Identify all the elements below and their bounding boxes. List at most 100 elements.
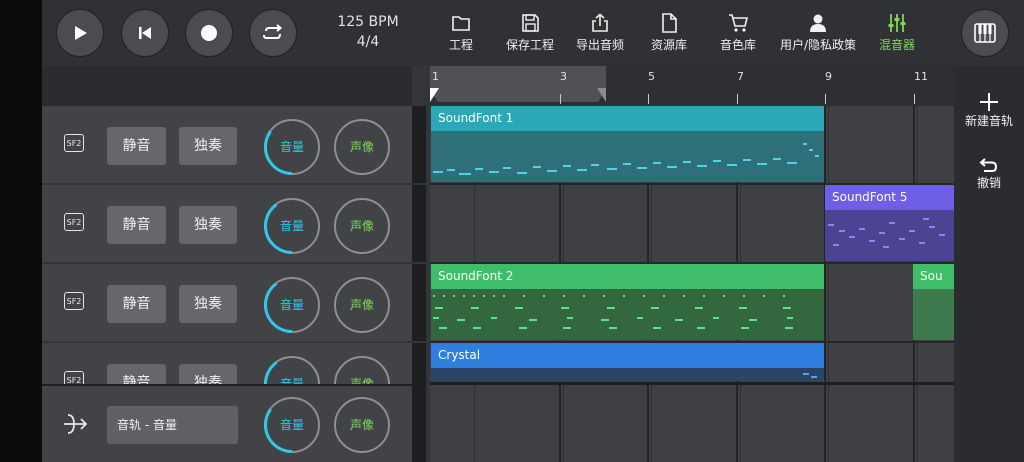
- nav-export-label: 导出音频: [575, 38, 624, 52]
- track-drag-handle[interactable]: [412, 384, 426, 462]
- clip-sou[interactable]: Sou: [913, 264, 954, 340]
- record-button[interactable]: [185, 9, 233, 57]
- nav-mixer-label: 混音器: [878, 38, 915, 52]
- sf2-badge: SF2: [64, 213, 84, 231]
- ruler-left-strip: [42, 66, 412, 106]
- note-pattern: [803, 373, 817, 378]
- export-icon: [592, 13, 608, 32]
- nav-project[interactable]: 工程: [441, 12, 481, 56]
- clip-notes: [431, 368, 824, 381]
- master-pan-knob[interactable]: 声像: [334, 397, 390, 453]
- undo-icon: [979, 158, 998, 172]
- play-button[interactable]: [56, 9, 104, 57]
- play-icon: [75, 26, 87, 40]
- plus-icon: [980, 93, 998, 111]
- pan-knob-label: 声像: [349, 219, 374, 233]
- loop-button[interactable]: [249, 9, 297, 57]
- undo-label: 撤销: [976, 176, 1001, 190]
- file-icon: [662, 13, 677, 33]
- clip-title: Sou: [913, 264, 954, 289]
- track-header: SF2 静音 独奏 音量 声像: [42, 264, 412, 341]
- nav-mixer[interactable]: 混音器: [875, 12, 919, 56]
- clip-notes: [825, 210, 954, 261]
- volume-knob[interactable]: 音量: [264, 277, 320, 333]
- arrangement-timeline[interactable]: SoundFont 1 SoundFont 5 SoundFont 2 Sou …: [430, 106, 954, 462]
- ruler-number: 1: [432, 70, 439, 83]
- right-side-panel: 新建音轨 撤销: [954, 66, 1024, 462]
- top-toolbar: 125 BPM 4/4 工程 保存工程 导出音频 资源库 音色库 用户/隐私政策: [42, 0, 1024, 66]
- cart-icon: [729, 14, 749, 32]
- bar-line: [824, 106, 826, 462]
- daw-app: 125 BPM 4/4 工程 保存工程 导出音频 资源库 音色库 用户/隐私政策: [42, 0, 1024, 462]
- pan-knob-label: 声像: [349, 298, 374, 312]
- solo-button[interactable]: 独奏: [179, 206, 237, 244]
- nav-sound-library[interactable]: 音色库: [716, 12, 760, 56]
- clip-notes: [431, 131, 824, 182]
- clip-soundfont-1[interactable]: SoundFont 1: [431, 106, 824, 182]
- sf2-badge: SF2: [64, 292, 84, 310]
- piano-keyboard-button[interactable]: [961, 9, 1009, 57]
- mute-button[interactable]: 静音: [107, 127, 166, 165]
- track-header: SF2 静音 独奏 音量 声像: [42, 185, 412, 262]
- folder-icon: [452, 16, 470, 31]
- merge-icon: [64, 414, 88, 434]
- volume-knob-label: 音量: [279, 418, 304, 432]
- pan-knob-label: 声像: [349, 140, 374, 154]
- timeline-ruler[interactable]: 1 3 5 7 9 11: [430, 66, 954, 106]
- master-track: 音轨 - 音量 音量 声像: [42, 384, 412, 462]
- solo-button[interactable]: 独奏: [179, 285, 237, 323]
- pan-knob[interactable]: 声像: [334, 119, 390, 175]
- nav-resource-label: 资源库: [650, 38, 687, 52]
- volume-knob[interactable]: 音量: [264, 119, 320, 175]
- track-drag-handle[interactable]: [412, 264, 426, 341]
- add-track-button[interactable]: 新建音轨: [954, 92, 1024, 129]
- ruler-tick: [560, 94, 561, 104]
- bpm-label: 125 BPM: [337, 14, 399, 30]
- mute-button[interactable]: 静音: [107, 285, 166, 323]
- nav-user-privacy[interactable]: 用户/隐私政策: [775, 12, 861, 56]
- pan-knob[interactable]: 声像: [334, 277, 390, 333]
- master-track-selector[interactable]: 音轨 - 音量: [107, 406, 238, 444]
- clip-title: SoundFont 2: [431, 264, 824, 289]
- sf2-badge: SF2: [64, 134, 84, 152]
- loop-region-marker[interactable]: [430, 66, 610, 106]
- clip-notes: [913, 289, 954, 340]
- skip-back-button[interactable]: [121, 9, 169, 57]
- pan-knob[interactable]: 声像: [334, 198, 390, 254]
- clip-title: SoundFont 5: [825, 185, 954, 210]
- track-drag-handle[interactable]: [412, 185, 426, 262]
- volume-knob[interactable]: 音量: [264, 198, 320, 254]
- clip-soundfont-5[interactable]: SoundFont 5: [825, 185, 954, 261]
- tempo-display[interactable]: 125 BPM 4/4: [328, 12, 408, 52]
- user-icon: [810, 14, 826, 32]
- clip-crystal[interactable]: Crystal: [431, 343, 824, 381]
- clip-soundfont-2[interactable]: SoundFont 2: [431, 264, 824, 340]
- track-header: SF2 静音 独奏 音量 声像: [42, 106, 412, 183]
- grid-line: [828, 106, 829, 462]
- solo-button[interactable]: 独奏: [179, 127, 237, 165]
- pan-knob-label: 声像: [349, 418, 374, 432]
- volume-knob-label: 音量: [279, 219, 304, 233]
- undo-button[interactable]: 撤销: [954, 156, 1024, 191]
- ruler-tick: [825, 94, 826, 104]
- piano-icon: [974, 23, 996, 43]
- note-pattern: [433, 295, 793, 329]
- track-drag-handle[interactable]: [412, 106, 426, 183]
- ruler-number: 9: [825, 70, 832, 83]
- nav-save-project[interactable]: 保存工程: [502, 12, 558, 56]
- ruler-tick: [914, 94, 915, 104]
- save-icon: [522, 14, 539, 32]
- master-volume-knob[interactable]: 音量: [264, 397, 320, 453]
- clip-notes: [431, 289, 824, 340]
- ruler-tick: [648, 94, 649, 104]
- loop-icon: [263, 24, 283, 39]
- nav-resource-library[interactable]: 资源库: [647, 12, 691, 56]
- ruler-number: 3: [560, 70, 567, 83]
- nav-user-label: 用户/隐私政策: [779, 38, 857, 52]
- mute-button[interactable]: 静音: [107, 206, 166, 244]
- record-icon: [201, 25, 217, 41]
- ruler-number: 11: [914, 70, 928, 83]
- nav-export-audio[interactable]: 导出音频: [572, 12, 628, 56]
- add-track-label: 新建音轨: [964, 114, 1013, 128]
- ruler-number: 5: [648, 70, 655, 83]
